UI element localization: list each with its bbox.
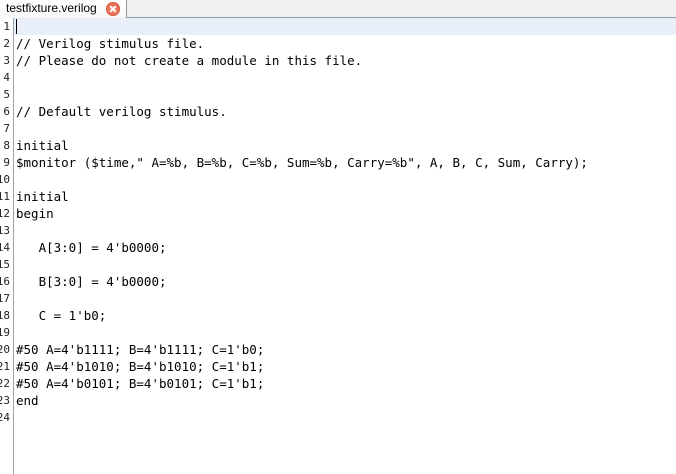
tab-testfixture[interactable]: testfixture.verilog <box>0 0 127 18</box>
line-text: C = 1'b0; <box>16 308 107 323</box>
line-text: $monitor ($time," A=%b, B=%b, C=%b, Sum=… <box>16 155 588 170</box>
code-line[interactable]: 19 <box>0 324 676 341</box>
code-line[interactable]: 24 <box>0 409 676 426</box>
line-number: 10 <box>0 173 10 186</box>
code-line[interactable]: 3 // Please do not create a module in thi… <box>0 52 676 69</box>
line-number: 22 <box>0 377 10 390</box>
line-text: initial <box>16 138 69 153</box>
line-text: A[3:0] = 4'b0000; <box>16 240 167 255</box>
line-number: 4 <box>3 71 10 84</box>
line-number: 12 <box>0 207 10 220</box>
line-number: 6 <box>3 105 10 118</box>
editor-window: testfixture.verilog 1 2// Verilog stimulu… <box>0 0 676 474</box>
line-text: initial <box>16 189 69 204</box>
code-line[interactable]: 17 <box>0 290 676 307</box>
code-line[interactable]: 2 // Verilog stimulus file. <box>0 35 676 52</box>
code-line[interactable]: 22 #50 A=4'b0101; B=4'b0101; C=1'b1; <box>0 375 676 392</box>
line-number: 1 <box>3 20 10 33</box>
code-line[interactable]: 7 <box>0 120 676 137</box>
code-editor[interactable]: 1 2// Verilog stimulus file. 3// Please do… <box>0 18 676 474</box>
close-icon[interactable] <box>106 2 120 16</box>
line-number: 23 <box>0 394 10 407</box>
line-number: 9 <box>3 156 10 169</box>
line-text: #50 A=4'b1010; B=4'b1010; C=1'b1; <box>16 359 265 374</box>
code-line[interactable]: 11 initial <box>0 188 676 205</box>
tab-label: testfixture.verilog <box>6 1 97 15</box>
line-number: 19 <box>0 326 10 339</box>
code-line[interactable]: 4 <box>0 69 676 86</box>
line-number: 17 <box>0 292 10 305</box>
line-number: 16 <box>0 275 10 288</box>
code-line[interactable]: 1 <box>0 18 676 35</box>
line-number: 18 <box>0 309 10 322</box>
code-line[interactable]: 10 <box>0 171 676 188</box>
code-line[interactable]: 9 $monitor ($time," A=%b, B=%b, C=%b, Sum… <box>0 154 676 171</box>
code-line[interactable]: 8 initial <box>0 137 676 154</box>
line-text: #50 A=4'b1111; B=4'b1111; C=1'b0; <box>16 342 265 357</box>
line-number: 21 <box>0 360 10 373</box>
code-line[interactable]: 16 B[3:0] = 4'b0000; <box>0 273 676 290</box>
text-cursor <box>16 19 17 34</box>
code-line[interactable]: 5 <box>0 86 676 103</box>
line-text: #50 A=4'b0101; B=4'b0101; C=1'b1; <box>16 376 265 391</box>
line-number: 14 <box>0 241 10 254</box>
line-number: 24 <box>0 411 10 424</box>
code-line[interactable]: 18 C = 1'b0; <box>0 307 676 324</box>
line-text: B[3:0] = 4'b0000; <box>16 274 167 289</box>
line-number: 8 <box>3 139 10 152</box>
line-number: 20 <box>0 343 10 356</box>
line-number: 2 <box>3 37 10 50</box>
line-text: // Default verilog stimulus. <box>16 104 227 119</box>
code-line[interactable]: 6 // Default verilog stimulus. <box>0 103 676 120</box>
code-line[interactable]: 13 <box>0 222 676 239</box>
line-number: 3 <box>3 54 10 67</box>
code-line[interactable]: 23 end <box>0 392 676 409</box>
code-line[interactable]: 14 A[3:0] = 4'b0000; <box>0 239 676 256</box>
line-text: end <box>16 393 39 408</box>
line-number: 7 <box>3 122 10 135</box>
line-text: begin <box>16 206 54 221</box>
code-line[interactable]: 15 <box>0 256 676 273</box>
line-text: // Please do not create a module in this… <box>16 53 363 68</box>
line-number: 13 <box>0 224 10 237</box>
tab-bar: testfixture.verilog <box>0 0 676 18</box>
line-number: 11 <box>0 190 10 203</box>
line-text: // Verilog stimulus file. <box>16 36 205 51</box>
line-number: 15 <box>0 258 10 271</box>
line-number: 5 <box>3 88 10 101</box>
code-line[interactable]: 21 #50 A=4'b1010; B=4'b1010; C=1'b1; <box>0 358 676 375</box>
code-line[interactable]: 20 #50 A=4'b1111; B=4'b1111; C=1'b0; <box>0 341 676 358</box>
code-line[interactable]: 12 begin <box>0 205 676 222</box>
